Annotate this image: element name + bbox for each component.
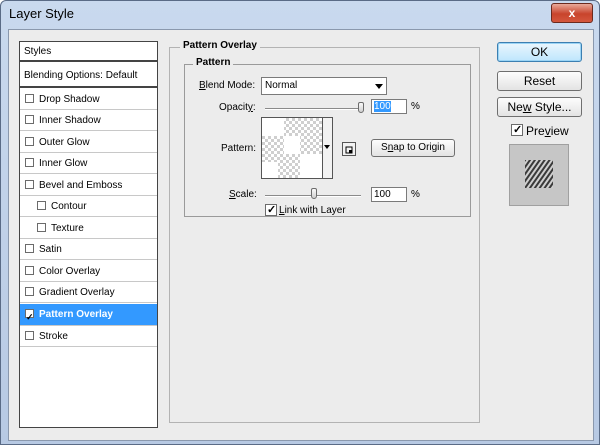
inner-shadow-checkbox[interactable]: [25, 115, 34, 124]
blend-mode-select[interactable]: Normal: [261, 77, 387, 95]
ok-button[interactable]: OK: [497, 42, 582, 62]
contour-checkbox[interactable]: [37, 201, 46, 210]
link-with-layer-label: Link with Layer: [279, 205, 346, 216]
close-icon: x: [568, 6, 576, 20]
style-item-label: Inner Shadow: [39, 115, 101, 126]
style-item-satin[interactable]: Satin: [20, 239, 157, 260]
stroke-checkbox[interactable]: [25, 331, 34, 340]
opacity-slider-thumb[interactable]: [358, 102, 364, 113]
opacity-input[interactable]: 100: [371, 99, 407, 114]
style-item-label: Contour: [51, 201, 87, 212]
style-item-label: Inner Glow: [39, 158, 88, 169]
scale-input[interactable]: 100: [371, 187, 407, 202]
pattern-subgroup: Pattern Blend Mode: Normal Opacity: 100 …: [184, 57, 471, 217]
color-overlay-checkbox[interactable]: [25, 266, 34, 275]
scale-label: Scale:: [229, 189, 257, 200]
style-item-label: Stroke: [39, 331, 68, 342]
style-item-label: Texture: [51, 223, 84, 234]
pattern-overlay-checkbox[interactable]: [25, 307, 34, 328]
blend-mode-value: Normal: [265, 80, 298, 91]
style-item-inner-glow[interactable]: Inner Glow: [20, 153, 157, 174]
pattern-label: Pattern:: [221, 143, 257, 154]
preview-label: Preview: [526, 124, 569, 138]
layer-style-dialog: Layer Style x Styles Blending Options: D…: [0, 0, 600, 445]
outer-glow-checkbox[interactable]: [25, 137, 34, 146]
style-item-stroke[interactable]: Stroke: [20, 326, 157, 347]
chevron-down-icon: [375, 84, 383, 89]
reset-button[interactable]: Reset: [497, 71, 582, 91]
style-item-label: Bevel and Emboss: [39, 180, 123, 191]
scale-slider-thumb[interactable]: [311, 188, 317, 199]
pattern-overlay-title: Pattern Overlay: [180, 40, 260, 51]
gradient-overlay-checkbox[interactable]: [25, 287, 34, 296]
window-title: Layer Style: [9, 6, 75, 21]
style-item-texture[interactable]: Texture: [20, 218, 157, 239]
style-preview: [509, 144, 569, 206]
opacity-unit: %: [411, 101, 420, 112]
pattern-swatch[interactable]: [261, 117, 323, 179]
style-item-contour[interactable]: Contour: [20, 196, 157, 217]
opacity-slider[interactable]: [265, 108, 363, 110]
style-item-label: Satin: [39, 244, 62, 255]
preview-checkbox[interactable]: [511, 123, 523, 136]
inner-glow-checkbox[interactable]: [25, 158, 34, 167]
style-item-drop-shadow[interactable]: Drop Shadow: [20, 89, 157, 110]
style-item-label: Gradient Overlay: [39, 287, 115, 298]
scale-unit: %: [411, 189, 420, 200]
snap-to-origin-button[interactable]: Snap to Origin: [371, 139, 455, 157]
style-item-inner-shadow[interactable]: Inner Shadow: [20, 110, 157, 131]
style-item-label: Color Overlay: [39, 266, 101, 277]
opacity-label: Opacity:: [219, 102, 256, 113]
new-preset-icon: [345, 146, 353, 154]
pattern-overlay-group: Pattern Overlay Pattern Blend Mode: Norm…: [169, 40, 480, 423]
pattern-picker-dropdown[interactable]: [323, 117, 333, 179]
style-item-gradient-overlay[interactable]: Gradient Overlay: [20, 282, 157, 303]
bevel-emboss-checkbox[interactable]: [25, 180, 34, 189]
style-item-label: Drop Shadow: [39, 94, 100, 105]
drop-shadow-checkbox[interactable]: [25, 94, 34, 103]
style-item-label: Pattern Overlay: [39, 309, 113, 320]
title-bar[interactable]: Layer Style x: [1, 1, 599, 27]
style-item-color-overlay[interactable]: Color Overlay: [20, 261, 157, 282]
style-item-label: Outer Glow: [39, 137, 90, 148]
preview-thumbnail-image: [525, 160, 553, 188]
style-item-bevel-and-emboss[interactable]: Bevel and Emboss: [20, 175, 157, 196]
texture-checkbox[interactable]: [37, 223, 46, 232]
close-button[interactable]: x: [551, 3, 593, 23]
pattern-subgroup-title: Pattern: [193, 57, 234, 68]
style-item-outer-glow[interactable]: Outer Glow: [20, 132, 157, 153]
styles-header[interactable]: Styles: [20, 42, 157, 62]
styles-list: Styles Blending Options: Default Drop Sh…: [19, 41, 158, 428]
pattern-preview-image: [262, 118, 322, 178]
satin-checkbox[interactable]: [25, 244, 34, 253]
new-preset-button[interactable]: [342, 142, 356, 156]
new-style-button[interactable]: New Style...: [497, 97, 582, 117]
dialog-body: Styles Blending Options: Default Drop Sh…: [8, 29, 594, 441]
blending-options-item[interactable]: Blending Options: Default: [20, 64, 157, 88]
blend-mode-label: Blend Mode:: [199, 80, 256, 91]
style-item-pattern-overlay[interactable]: Pattern Overlay: [20, 304, 157, 328]
link-with-layer-checkbox[interactable]: [265, 203, 277, 216]
